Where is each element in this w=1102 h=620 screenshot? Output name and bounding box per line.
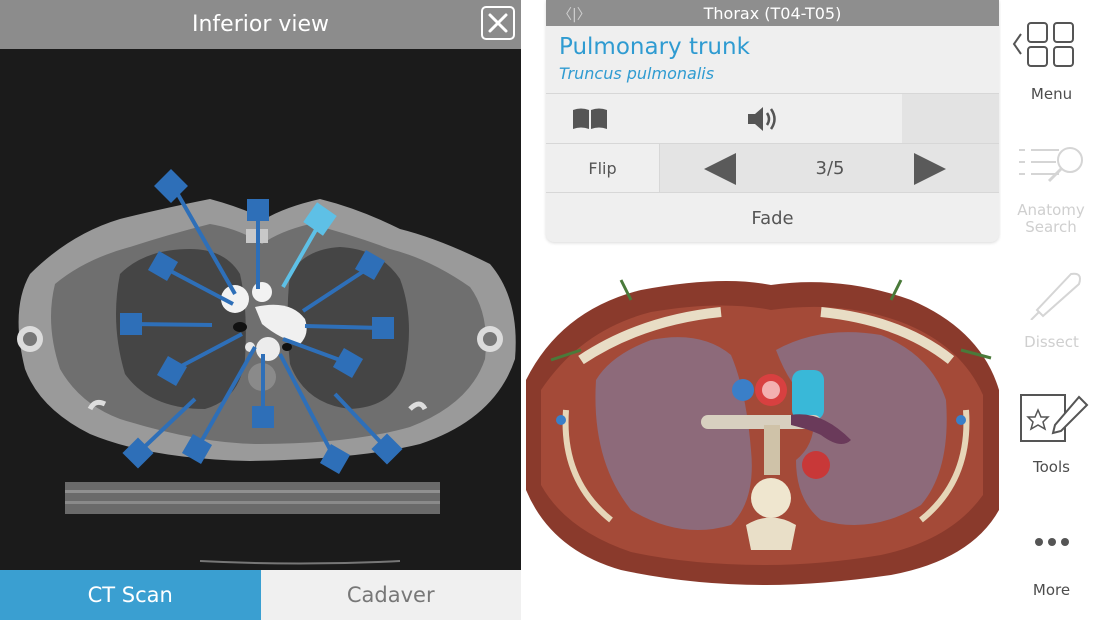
card-nav-row: Flip 3/5: [546, 143, 999, 193]
more-dots-icon: [1035, 538, 1069, 546]
speaker-icon: [748, 107, 776, 131]
pronunciation-button[interactable]: [718, 94, 808, 144]
card-action-spacer: [902, 94, 999, 144]
grid-menu-icon: [1012, 22, 1074, 67]
definition-button[interactable]: [546, 94, 634, 144]
next-button[interactable]: [910, 152, 950, 186]
more-label: More: [1032, 581, 1071, 599]
close-icon: [488, 13, 508, 33]
right-toolbar: Menu Anatomy Search Dissect Tools More: [1001, 0, 1102, 620]
card-action-row: [546, 93, 999, 144]
tools-button[interactable]: Tools: [1001, 393, 1102, 476]
structure-latin-name: Truncus pulmonalis: [559, 64, 715, 83]
page-indicator: 3/5: [815, 158, 845, 179]
scalpel-icon: [1030, 272, 1081, 321]
tab-ct-scan[interactable]: CT Scan: [0, 570, 261, 620]
ct-view-tabs: CT Scan Cadaver: [0, 570, 521, 620]
flip-button[interactable]: Flip: [546, 144, 660, 193]
dissect-label: Dissect: [1024, 333, 1079, 351]
close-button[interactable]: [481, 6, 515, 40]
region-title-bar: 〈|〉 Thorax (T04-T05): [546, 0, 999, 26]
expand-collapse-icon[interactable]: 〈|〉: [558, 4, 591, 24]
menu-label: Menu: [1030, 85, 1073, 103]
region-title: Thorax (T04-T05): [703, 3, 842, 23]
more-button[interactable]: More: [1001, 534, 1102, 599]
ct-scan-panel: Inferior view CT Scan Cadaver: [0, 0, 521, 620]
structure-name: Pulmonary trunk: [559, 34, 750, 60]
fade-button[interactable]: Fade: [546, 192, 999, 242]
previous-button[interactable]: [700, 152, 740, 186]
star-pencil-icon: [1020, 394, 1089, 442]
structure-pager: 3/5: [660, 144, 999, 193]
tab-cadaver[interactable]: Cadaver: [260, 570, 521, 620]
book-icon: [573, 108, 607, 129]
structure-info-card: 〈|〉 Thorax (T04-T05) Pulmonary trunk Tru…: [546, 0, 999, 242]
anatomy-search-button[interactable]: Anatomy Search: [1001, 144, 1102, 236]
thorax-cross-section-model[interactable]: [521, 240, 1001, 620]
tools-label: Tools: [1033, 458, 1070, 476]
ct-panel-header: Inferior view: [0, 0, 521, 49]
triangle-left-icon: [704, 153, 736, 185]
anatomy-search-label: Anatomy Search: [1017, 201, 1085, 236]
dissect-button[interactable]: Dissect: [1001, 268, 1102, 351]
ct-scan-image[interactable]: [0, 49, 521, 570]
triangle-right-icon: [914, 153, 946, 185]
search-list-icon: [1019, 147, 1083, 183]
menu-button[interactable]: Menu: [1001, 20, 1102, 103]
ct-panel-title: Inferior view: [191, 12, 330, 37]
